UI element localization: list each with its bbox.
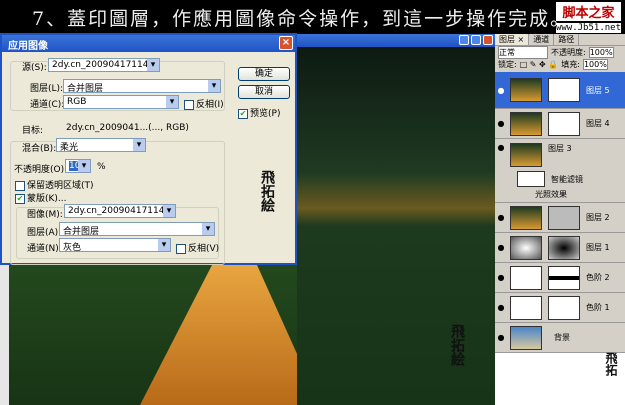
signature-stamp: 飛拓絵 [259,170,275,212]
close-icon[interactable]: × [279,36,293,50]
cancel-button[interactable]: 取消 [238,85,290,99]
eye-icon[interactable]: ● [495,143,507,152]
maximize-button[interactable] [471,35,481,45]
eye-icon[interactable]: ● [495,303,507,312]
layer-name: 图层 2 [586,213,610,222]
opacity-label: 不透明度(O): [14,165,68,175]
layer-row[interactable]: ● 色阶 2 [495,263,625,293]
lock-label: 锁定: [498,59,517,69]
watermark-url: www.Jb51.net [555,23,621,33]
layers-panel: 图层 × 通道 路径 正常 不透明度: 100% 锁定: □ ✎ ✥ 🔒 填充: 100%… [495,34,625,405]
layer-row[interactable]: ● 图层 4 [495,109,625,139]
opacity-unit: % [97,162,106,172]
mask-channel-select[interactable]: 灰色 [59,238,171,252]
document-window[interactable]: 飛拓絵 [297,34,495,405]
source-label: 源(S): [22,63,47,73]
eye-icon[interactable]: ● [495,213,507,222]
caption-text: 7、蓋印圖層，作應用圖像命令操作，到這一步操作完成。 [32,8,572,30]
levels-icon [510,265,542,290]
preview-checkbox[interactable]: ✔ 预览(P) [238,106,280,119]
preserve-label: 保留透明区域(T) [27,181,94,191]
layer-label: 图层(L): [30,84,64,94]
layer-name: 图层 5 [586,85,610,95]
smart-filter-label[interactable]: 智能滤镜 [551,174,583,185]
layer-name: 图层 3 [548,144,572,153]
target-value: 2dy.cn_2009041...(..., RGB) [66,123,189,133]
mask-image-label: 图像(M): [27,210,63,220]
mask-channel-label: 通道(N): [27,244,62,254]
document-titlebar[interactable] [297,34,495,47]
preview-label: 预览(P) [250,109,281,119]
tutorial-caption: 7、蓋印圖層，作應用圖像命令操作，到這一步操作完成。 [0,0,625,34]
source-select[interactable]: 2dy.cn_2009041711442... [48,58,160,72]
target-label: 目标: [22,126,44,136]
dialog-title: 应用图像 [8,41,48,52]
eye-icon[interactable]: ● [495,119,507,128]
blend-mode-select[interactable]: 正常 [498,45,548,59]
tab-layers[interactable]: 图层 × [495,34,530,45]
opacity-label: 不透明度: [551,47,586,57]
eye-icon[interactable]: ● [495,86,507,95]
panel-tabs: 图层 × 通道 路径 [495,34,625,46]
layer-row[interactable]: ● 图层 2 [495,203,625,233]
close-button[interactable] [483,35,493,45]
opacity-value: 100 [69,161,87,171]
invert-checkbox[interactable]: 反相(I) [184,97,224,110]
mask-layer-label: 图层(A): [27,228,62,238]
mask-image-select[interactable]: 2dy.cn_2009041711442... [64,204,176,218]
ruler [0,265,9,405]
lock-icons[interactable]: □ ✎ ✥ 🔒 [520,60,559,69]
preserve-transparency-checkbox[interactable]: 保留透明区域(T) [15,178,94,191]
apply-image-dialog: 应用图像 × 源(S): 2dy.cn_2009041711442... 图层(L… [0,33,297,265]
layer-name: 背景 [554,333,570,342]
layer-name: 图层 4 [586,119,610,128]
channel-label: 通道(C): [30,100,65,110]
fill-label: 填充: [561,59,580,69]
levels-icon [510,295,542,320]
eye-icon[interactable]: ● [495,333,507,342]
minimize-button[interactable] [459,35,469,45]
ok-button[interactable]: 确定 [238,67,290,81]
mask-layer-select[interactable]: 合并图层 [59,222,215,236]
eye-icon[interactable]: ● [495,273,507,282]
invert-label: 反相(I) [196,100,224,110]
fill-input[interactable]: 100% [582,58,608,70]
dialog-titlebar[interactable]: 应用图像 × [2,35,295,52]
mask-label: 蒙版(K)... [27,194,67,204]
layer-select[interactable]: 合并图层 [63,79,221,93]
signature-stamp: 飛拓絵 [449,324,465,366]
layer-row[interactable]: ● 背景 [495,323,625,353]
layer-row[interactable]: ● 色阶 1 [495,293,625,323]
tab-paths[interactable]: 路径 [554,34,580,45]
layer-name: 色阶 1 [586,303,610,312]
blend-select[interactable]: 柔光 [56,138,146,152]
layer-name: 图层 1 [586,243,610,252]
tab-channels[interactable]: 通道 [529,34,555,45]
mask-checkbox[interactable]: ✔ 蒙版(K)... [15,191,67,204]
channel-select[interactable]: RGB [63,95,179,109]
site-watermark: 脚本之家 www.Jb51.net [555,2,621,33]
layer-row[interactable]: ● 图层 5 [495,72,625,109]
watermark-name: 脚本之家 [555,2,621,21]
blend-label: 混合(B): [22,144,57,154]
lighting-effects-filter[interactable]: 光照效果 [495,189,625,200]
layer-row[interactable]: ● 图层 3 智能滤镜 光照效果 [495,139,625,203]
layer-name: 色阶 2 [586,273,610,282]
opacity-input[interactable]: 100% [588,46,614,58]
mask-invert-label: 反相(V) [188,244,220,254]
eye-icon[interactable]: ● [495,243,507,252]
mask-invert-checkbox[interactable]: 反相(V) [176,241,219,254]
opacity-input[interactable]: 100 [65,159,91,173]
signature-stamp: 飛拓 [604,352,618,376]
layer-row[interactable]: ● 图层 1 [495,233,625,263]
